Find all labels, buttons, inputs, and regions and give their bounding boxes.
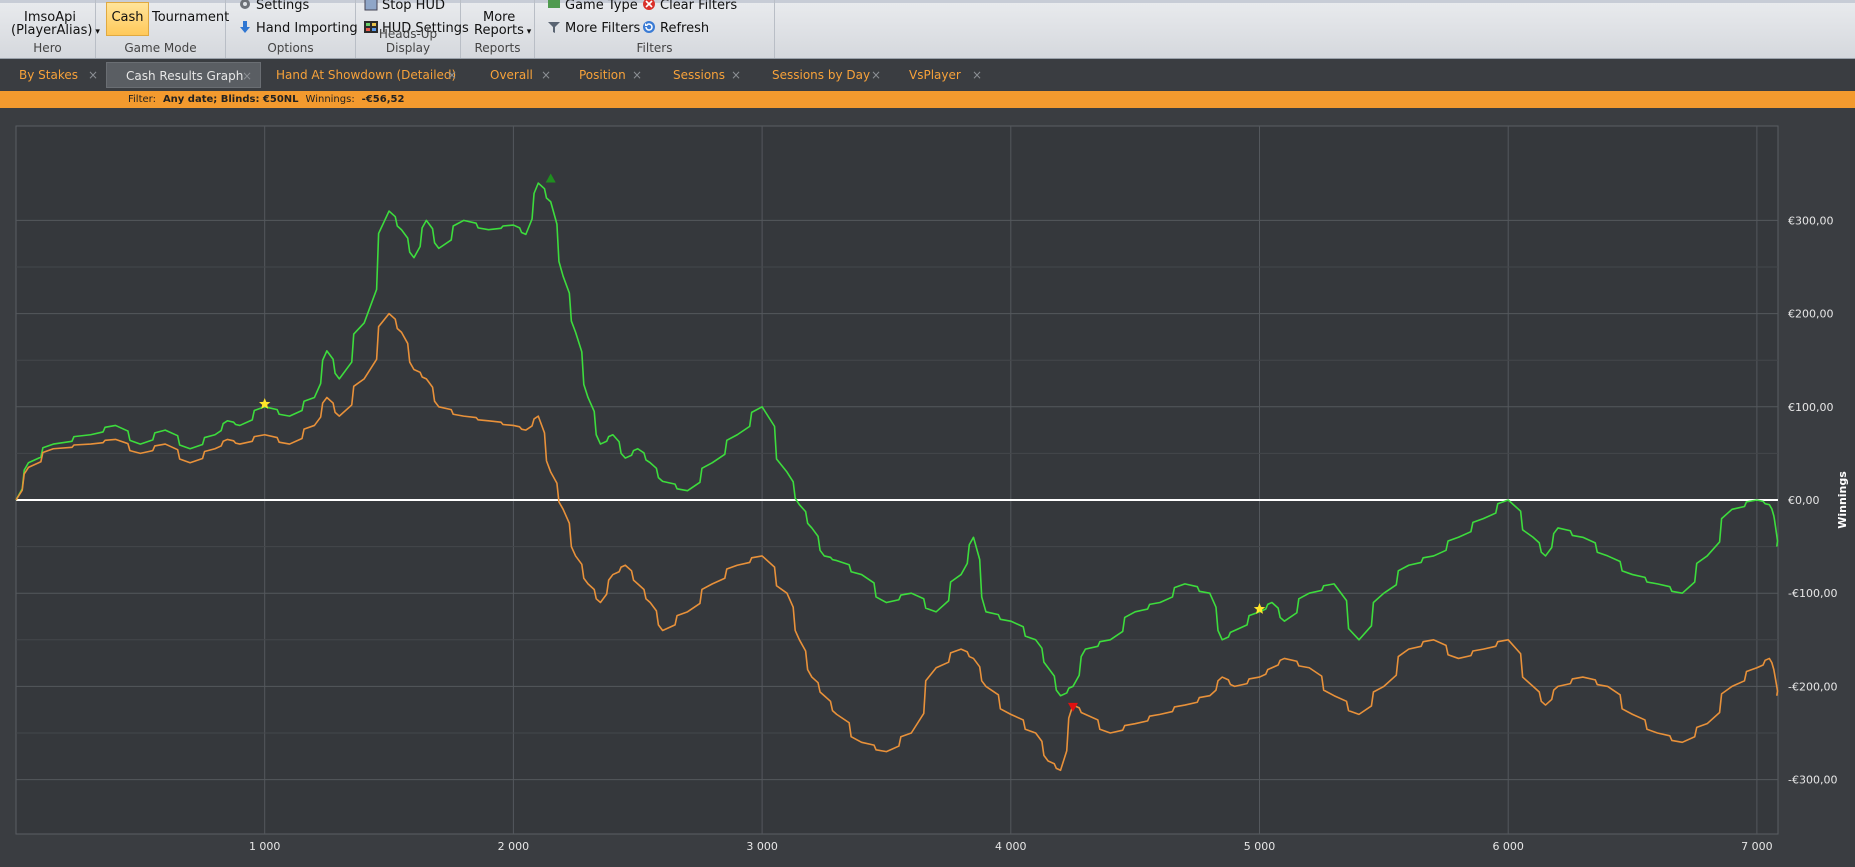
- refresh-button[interactable]: Refresh: [642, 20, 709, 36]
- group-label-filters: Filters: [636, 41, 673, 55]
- x-tick-label: 3 000: [746, 840, 778, 853]
- stop-hud-button[interactable]: Stop HUD: [364, 0, 445, 13]
- tournament-button[interactable]: Tournament: [152, 10, 229, 25]
- cash-button[interactable]: Cash: [106, 2, 149, 36]
- y-tick-label: -€200,00: [1788, 680, 1837, 693]
- tab-by-stakes[interactable]: By Stakes ×: [0, 62, 106, 88]
- plot-background: [15, 125, 1779, 835]
- tab-label: Hand At Showdown (Detailed): [276, 68, 457, 82]
- tab-label: Sessions: [673, 68, 726, 82]
- hero-alias-label: (PlayerAlias): [11, 23, 93, 38]
- y-tick-label: €100,00: [1788, 401, 1834, 414]
- dropdown-arrow-icon: ▾: [523, 27, 532, 37]
- refresh-label: Refresh: [660, 21, 710, 36]
- x-tick-label: 7 000: [1741, 840, 1773, 853]
- x-tick-label: 6 000: [1492, 840, 1524, 853]
- game-type-button[interactable]: Game Type: [547, 0, 638, 13]
- x-tick-label: 1 000: [249, 840, 281, 853]
- results-chart[interactable]: 1 000 2 000 3 000 4 000 5 000 6 000 7 000 €300,…: [0, 109, 1855, 863]
- close-icon[interactable]: ×: [242, 63, 252, 89]
- y-tick-label: €0,00: [1788, 494, 1820, 507]
- tab-label: By Stakes: [19, 68, 78, 82]
- clear-filters-icon: [642, 0, 656, 11]
- y-axis-label: Winnings: [1836, 471, 1849, 529]
- filter-summary-text: Filter: Any date; Blinds: €50NL Winnings…: [128, 91, 404, 108]
- y-tick-label: -€100,00: [1788, 587, 1837, 600]
- funnel-icon: [547, 20, 561, 34]
- stop-hud-icon: [364, 0, 378, 11]
- tab-cash-results-graph[interactable]: Cash Results Graph ×: [106, 62, 261, 88]
- more-filters-button[interactable]: More Filters: [547, 20, 640, 36]
- tab-vsplayer[interactable]: VsPlayer ×: [890, 62, 990, 88]
- close-icon[interactable]: ×: [871, 62, 881, 88]
- y-tick-label: -€300,00: [1788, 774, 1837, 787]
- close-icon[interactable]: ×: [972, 62, 982, 88]
- hero-alias-dropdown[interactable]: (PlayerAlias) ▾: [11, 23, 100, 40]
- y-tick-label: €300,00: [1788, 214, 1834, 227]
- tab-sessions-by-day[interactable]: Sessions by Day ×: [753, 62, 889, 88]
- group-label-hero: Hero: [33, 41, 62, 55]
- x-tick-label: 4 000: [995, 840, 1027, 853]
- tab-label: Cash Results Graph: [126, 69, 244, 83]
- more-filters-label: More Filters: [565, 21, 641, 36]
- ribbon-group-reports: More Reports ▾ Reports: [461, 0, 535, 58]
- tab-label: Sessions by Day: [772, 68, 871, 82]
- filter-summary-bar: Filter: Any date; Blinds: €50NL Winnings…: [0, 91, 1855, 108]
- tab-sessions[interactable]: Sessions ×: [654, 62, 749, 88]
- ribbon-group-game-mode: Cash Tournament Game Mode: [96, 0, 229, 58]
- tab-overall[interactable]: Overall ×: [471, 62, 559, 88]
- group-label-game-mode: Game Mode: [124, 41, 197, 55]
- filter-value: Any date; Blinds: €50NL: [162, 94, 299, 105]
- gear-icon: [238, 0, 252, 11]
- refresh-icon: [642, 20, 656, 34]
- tab-hand-at-showdown[interactable]: Hand At Showdown (Detailed) ×: [257, 62, 465, 88]
- more-reports-label: Reports: [474, 23, 524, 38]
- x-tick-label: 2 000: [498, 840, 530, 853]
- tab-position[interactable]: Position ×: [560, 62, 650, 88]
- import-arrow-icon: [238, 20, 252, 34]
- close-icon[interactable]: ×: [447, 62, 457, 88]
- settings-button[interactable]: Settings: [238, 0, 309, 13]
- game-type-label: Game Type: [565, 0, 638, 13]
- winnings-label: Winnings:: [305, 94, 355, 105]
- hand-importing-label: Hand Importing: [256, 21, 358, 36]
- clear-filters-button[interactable]: Clear Filters: [642, 0, 737, 13]
- more-reports-button[interactable]: Reports ▾: [474, 23, 531, 40]
- stop-hud-label: Stop HUD: [382, 0, 445, 13]
- tab-label: Position: [579, 68, 626, 82]
- close-icon[interactable]: ×: [88, 62, 98, 88]
- clear-filters-label: Clear Filters: [660, 0, 738, 13]
- ribbon-group-hero: ImsoApi (PlayerAlias) ▾ Hero: [0, 0, 100, 58]
- game-type-icon: [547, 0, 561, 11]
- x-tick-label: 5 000: [1244, 840, 1276, 853]
- close-icon[interactable]: ×: [541, 62, 551, 88]
- y-tick-label: €200,00: [1788, 308, 1834, 321]
- group-label-options: Options: [267, 41, 314, 55]
- tab-label: VsPlayer: [909, 68, 961, 82]
- ribbon-group-options: Settings Hand Importing Options: [226, 0, 358, 58]
- ribbon-group-filters: Game Type Clear Filters More Filters Ref…: [535, 0, 775, 58]
- group-label-hud: Heads-Up Display: [378, 27, 438, 55]
- filter-label: Filter:: [128, 94, 156, 105]
- settings-label: Settings: [256, 0, 310, 13]
- close-icon[interactable]: ×: [731, 62, 741, 88]
- ribbon-group-hud: Stop HUD HUD Settings Heads-Up Display: [356, 0, 469, 58]
- report-tab-bar: By Stakes × Cash Results Graph × Hand At S…: [0, 60, 1855, 90]
- group-label-reports: Reports: [474, 41, 521, 55]
- winnings-value: -€56,52: [361, 94, 405, 105]
- tab-label: Overall: [490, 68, 533, 82]
- close-icon[interactable]: ×: [632, 62, 642, 88]
- cash-results-graph: 1 000 2 000 3 000 4 000 5 000 6 000 7 000 €300,…: [0, 109, 1855, 863]
- ribbon-toolbar: ImsoApi (PlayerAlias) ▾ Hero Cash Tourna…: [0, 0, 1855, 59]
- hand-importing-button[interactable]: Hand Importing: [238, 20, 358, 36]
